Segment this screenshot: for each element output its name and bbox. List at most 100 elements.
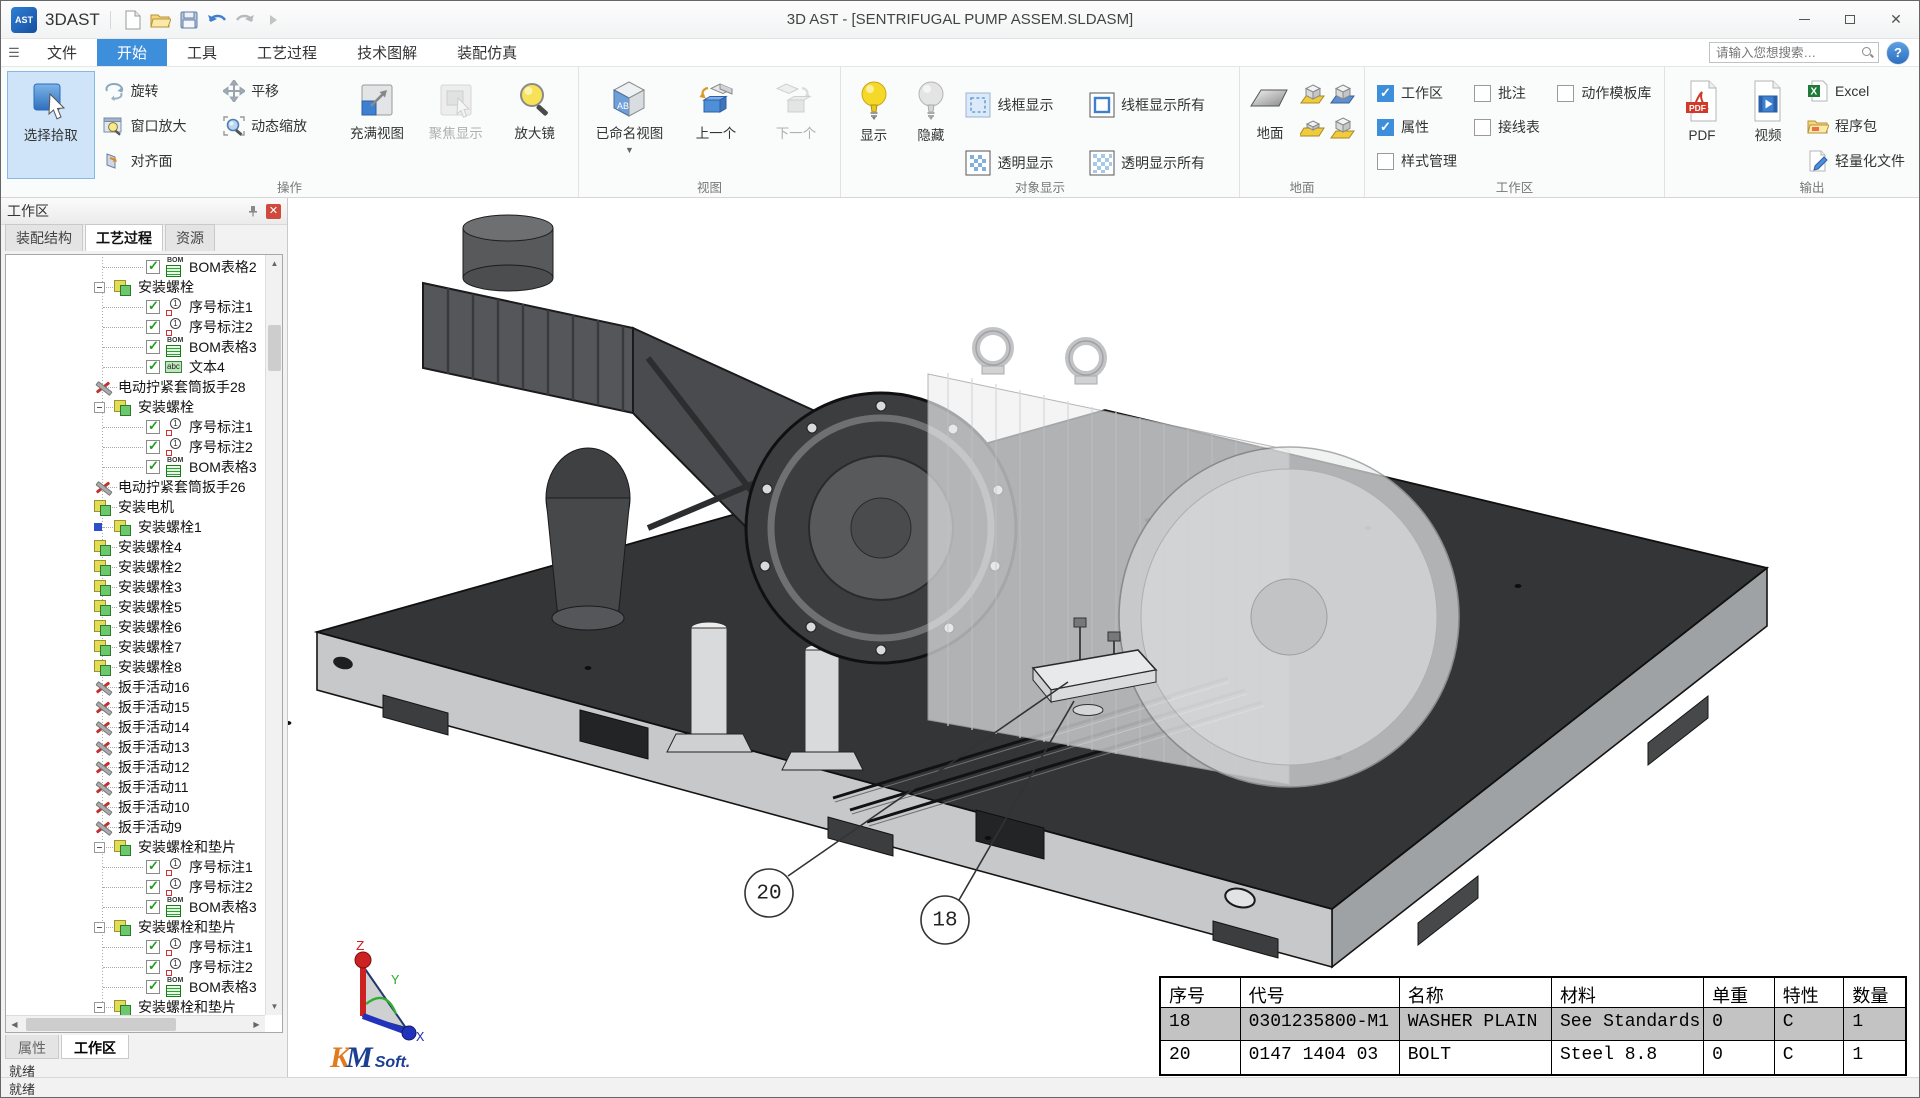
window-zoom-button[interactable]: 窗口放大 xyxy=(99,110,216,142)
tree-item[interactable]: BOM表格3 xyxy=(6,897,265,917)
horizontal-scroll-thumb[interactable] xyxy=(26,1018,176,1031)
tree-checkbox[interactable] xyxy=(146,340,160,354)
bom-table-row[interactable]: 20 0147 1404 03 BOLT Steel 8.8 0 C 1 xyxy=(1161,1041,1905,1074)
tree-expander-icon[interactable] xyxy=(94,842,105,853)
search-input[interactable] xyxy=(1716,46,1861,60)
focus-display-button[interactable]: 聚焦显示 xyxy=(418,71,493,179)
tree-vertical-scrollbar[interactable]: ▲ ▼ xyxy=(265,255,282,1015)
motor[interactable] xyxy=(928,331,1459,787)
tree-expander-icon[interactable] xyxy=(94,1002,105,1013)
tree-item[interactable]: BOM表格3 xyxy=(6,337,265,357)
tree-checkbox[interactable] xyxy=(146,420,160,434)
tree-item[interactable]: 安装螺栓和垫片 xyxy=(6,837,265,857)
tab-assembly-simulation[interactable]: 装配仿真 xyxy=(437,39,537,66)
hide-button[interactable]: 隐藏 xyxy=(904,71,957,179)
tree-item[interactable]: 安装螺栓3 xyxy=(6,577,265,597)
tree-item[interactable]: 序号标注1 xyxy=(6,937,265,957)
tree-item[interactable]: BOM表格3 xyxy=(6,977,265,997)
pan-button[interactable]: 平移 xyxy=(219,75,336,107)
pump-assembly-scene[interactable]: 20 18 Z Y X xyxy=(288,198,1920,1079)
tree-item[interactable]: 安装螺栓2 xyxy=(6,557,265,577)
tree-checkbox[interactable] xyxy=(146,300,160,314)
scroll-right-icon[interactable]: ▶ xyxy=(248,1016,265,1033)
tab-workspace[interactable]: 工作区 xyxy=(61,1035,129,1059)
tree-expander-icon[interactable] xyxy=(94,523,102,531)
tab-file[interactable]: 文件 xyxy=(27,39,97,66)
ground-sunk-cube-button[interactable] xyxy=(1300,116,1326,140)
tree-item[interactable]: 序号标注2 xyxy=(6,877,265,897)
tree-item[interactable]: 安装螺栓 xyxy=(6,397,265,417)
tree-item[interactable]: 扳手活动14 xyxy=(6,717,265,737)
checkbox-wiring-table[interactable]: 接线表 xyxy=(1474,117,1553,137)
tree-item[interactable]: 安装螺栓4 xyxy=(6,537,265,557)
tree-item[interactable]: 扳手活动9 xyxy=(6,817,265,837)
previous-view-button[interactable]: 上一个 xyxy=(678,71,754,179)
tree-checkbox[interactable] xyxy=(146,460,160,474)
tree-item[interactable]: 扳手活动12 xyxy=(6,757,265,777)
checkbox-action-template-library[interactable]: 动作模板库 xyxy=(1557,83,1658,103)
bom-table-row[interactable]: 18 0301235800-M1 WASHER PLAIN See Standa… xyxy=(1161,1008,1905,1041)
save-button[interactable] xyxy=(175,7,203,33)
minimize-button[interactable] xyxy=(1781,1,1827,38)
scroll-down-icon[interactable]: ▼ xyxy=(266,998,283,1015)
3d-viewport[interactable]: 20 18 Z Y X KMSoft. xyxy=(288,198,1920,1079)
tree-item[interactable]: 序号标注1 xyxy=(6,297,265,317)
tree-item[interactable]: 扳手活动10 xyxy=(6,797,265,817)
named-views-button[interactable]: AB 已命名视图 ▼ xyxy=(585,71,674,179)
tree-item[interactable]: 扳手活动16 xyxy=(6,677,265,697)
tab-assembly-structure[interactable]: 装配结构 xyxy=(5,224,83,251)
scroll-left-icon[interactable]: ◀ xyxy=(6,1016,23,1033)
tree-checkbox[interactable] xyxy=(146,900,160,914)
help-button[interactable]: ? xyxy=(1887,42,1909,64)
tab-process[interactable]: 工艺过程 xyxy=(237,39,337,66)
ground-top-cube-button[interactable] xyxy=(1330,116,1356,140)
tree-item[interactable]: 序号标注2 xyxy=(6,957,265,977)
tree-item[interactable]: BOM表格2 xyxy=(6,257,265,277)
tree-checkbox[interactable] xyxy=(146,940,160,954)
panel-close-icon[interactable]: ✕ xyxy=(266,204,281,219)
dynamic-zoom-button[interactable]: 动态缩放 xyxy=(219,110,336,142)
wireframe-display-button[interactable]: 线框显示 xyxy=(961,81,1081,129)
ground-button[interactable]: 地面 xyxy=(1246,71,1294,179)
menu-hamburger-icon[interactable]: ☰ xyxy=(1,39,27,66)
close-button[interactable]: ✕ xyxy=(1873,1,1919,38)
tree-checkbox[interactable] xyxy=(146,440,160,454)
tree-checkbox[interactable] xyxy=(146,260,160,274)
tree-item[interactable]: 安装螺栓7 xyxy=(6,637,265,657)
tab-tech-illustration[interactable]: 技术图解 xyxy=(337,39,437,66)
checkbox-annotation[interactable]: 批注 xyxy=(1474,83,1553,103)
tree-item[interactable]: 安装螺栓5 xyxy=(6,597,265,617)
pin-icon[interactable] xyxy=(245,203,261,219)
tree-item[interactable]: 序号标注1 xyxy=(6,417,265,437)
export-pdf-button[interactable]: PDF PDF xyxy=(1671,71,1733,179)
select-pick-button[interactable]: 选择拾取 xyxy=(7,71,95,179)
tree-expander-icon[interactable] xyxy=(94,282,105,293)
tab-home[interactable]: 开始 xyxy=(97,39,167,66)
tree-item[interactable]: 安装电机 xyxy=(6,497,265,517)
align-face-button[interactable]: 对齐面 xyxy=(99,145,216,177)
tree-checkbox[interactable] xyxy=(146,880,160,894)
tree-item[interactable]: 文本4 xyxy=(6,357,265,377)
tree-item[interactable]: BOM表格3 xyxy=(6,457,265,477)
tree-item[interactable]: 安装螺栓8 xyxy=(6,657,265,677)
fit-view-button[interactable]: 充满视图 xyxy=(340,71,415,179)
search-icon[interactable] xyxy=(1861,46,1874,59)
tree-item[interactable]: 扳手活动15 xyxy=(6,697,265,717)
export-package-button[interactable]: 程序包 xyxy=(1803,110,1920,142)
tab-process[interactable]: 工艺过程 xyxy=(85,224,163,251)
tree-checkbox[interactable] xyxy=(146,360,160,374)
tree-horizontal-scrollbar[interactable]: ◀ ▶ xyxy=(6,1015,265,1032)
tree-item[interactable]: 安装螺栓和垫片 xyxy=(6,917,265,937)
tree-checkbox[interactable] xyxy=(146,980,160,994)
tree-expander-icon[interactable] xyxy=(94,402,105,413)
tab-resources[interactable]: 资源 xyxy=(165,224,215,251)
checkbox-workspace[interactable]: 工作区 xyxy=(1377,83,1470,103)
scroll-up-icon[interactable]: ▲ xyxy=(266,255,283,272)
tree-item[interactable]: 电动拧紧套筒扳手28 xyxy=(6,377,265,397)
tree-expander-icon[interactable] xyxy=(94,922,105,933)
ground-under-cube-yellow-button[interactable] xyxy=(1300,82,1326,106)
tab-tools[interactable]: 工具 xyxy=(167,39,237,66)
new-file-button[interactable] xyxy=(119,7,147,33)
vertical-scroll-thumb[interactable] xyxy=(268,325,281,371)
tree-item[interactable]: 扳手活动11 xyxy=(6,777,265,797)
